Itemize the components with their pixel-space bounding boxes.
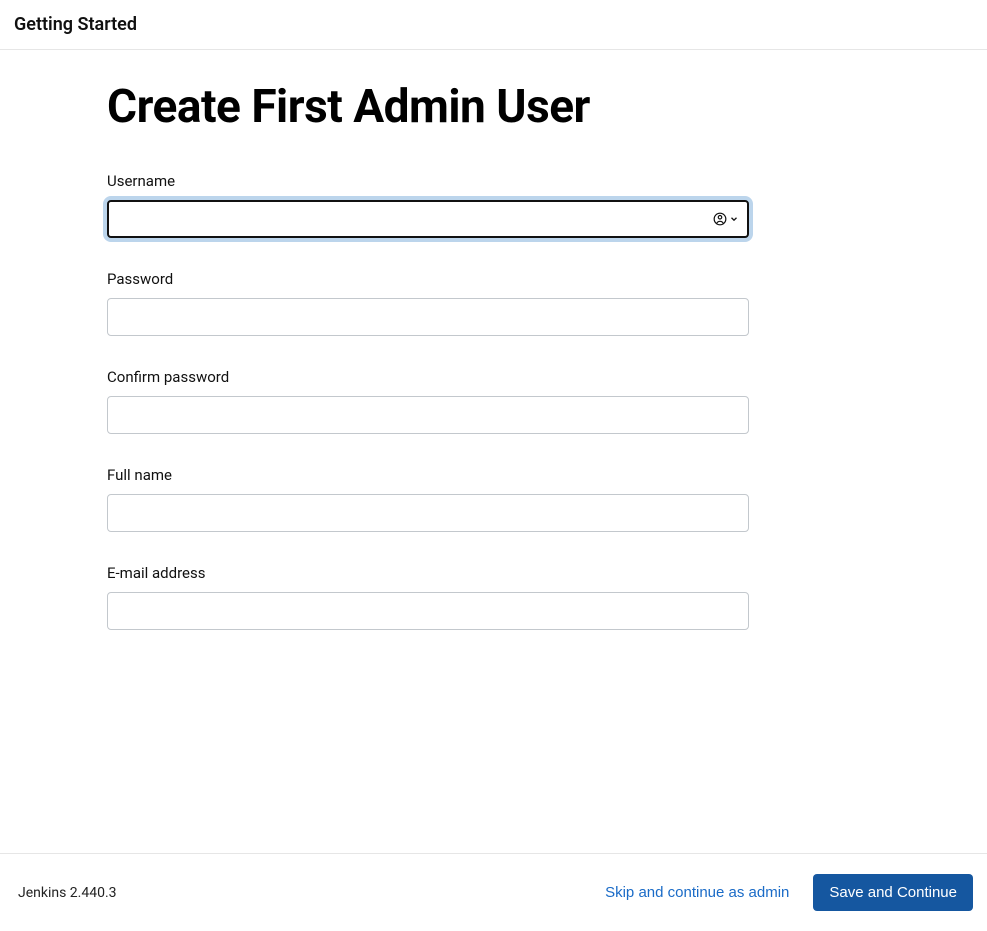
username-input-wrap: [107, 200, 749, 238]
header: Getting Started: [0, 0, 987, 50]
username-label: Username: [107, 172, 857, 190]
field-username: Username: [107, 172, 857, 238]
password-input[interactable]: [107, 298, 749, 336]
form-container: Create First Admin User Username P: [107, 80, 857, 630]
confirm-password-input-wrap: [107, 396, 749, 434]
field-full-name: Full name: [107, 466, 857, 532]
field-email: E-mail address: [107, 564, 857, 630]
email-label: E-mail address: [107, 564, 857, 582]
username-input[interactable]: [107, 200, 749, 238]
version-label: Jenkins 2.440.3: [18, 885, 117, 901]
password-input-wrap: [107, 298, 749, 336]
full-name-input[interactable]: [107, 494, 749, 532]
footer-actions: Skip and continue as admin Save and Cont…: [601, 874, 973, 911]
page-title: Create First Admin User: [107, 80, 857, 134]
field-confirm-password: Confirm password: [107, 368, 857, 434]
skip-button[interactable]: Skip and continue as admin: [601, 876, 793, 909]
confirm-password-label: Confirm password: [107, 368, 857, 386]
full-name-label: Full name: [107, 466, 857, 484]
field-password: Password: [107, 270, 857, 336]
save-continue-button[interactable]: Save and Continue: [813, 874, 973, 911]
full-name-input-wrap: [107, 494, 749, 532]
footer: Jenkins 2.440.3 Skip and continue as adm…: [0, 854, 987, 931]
confirm-password-input[interactable]: [107, 396, 749, 434]
main-area: Create First Admin User Username P: [0, 50, 987, 854]
email-input[interactable]: [107, 592, 749, 630]
email-input-wrap: [107, 592, 749, 630]
password-label: Password: [107, 270, 857, 288]
header-title: Getting Started: [14, 14, 973, 35]
